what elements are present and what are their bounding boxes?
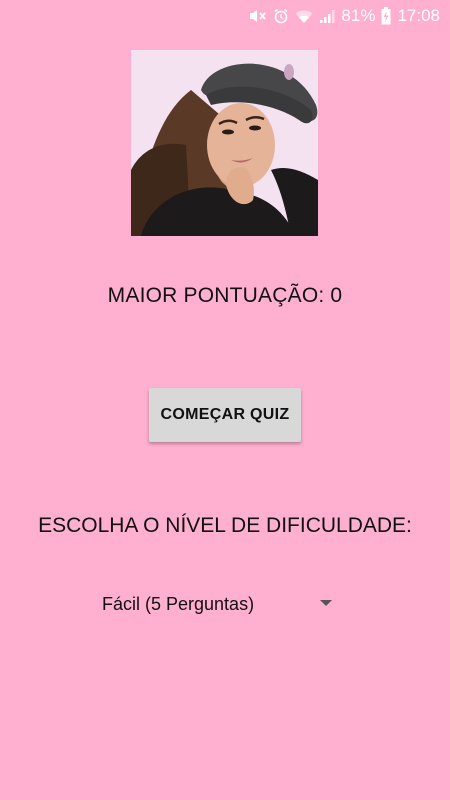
clock-time: 17:08	[397, 6, 440, 25]
difficulty-selected-value: Fácil (5 Perguntas)	[102, 593, 255, 614]
status-bar: 81% 17:08	[0, 0, 450, 32]
dropdown-arrow-icon	[320, 600, 332, 606]
high-score-label: MAIOR PONTUAÇÃO: 0	[0, 284, 450, 308]
profile-photo	[131, 50, 318, 236]
battery-percent: 81%	[341, 6, 376, 25]
mute-icon	[249, 7, 267, 25]
high-score-text: MAIOR PONTUAÇÃO: 0	[107, 284, 343, 307]
start-quiz-button[interactable]: COMEÇAR QUIZ	[149, 388, 301, 442]
signal-icon	[319, 7, 335, 25]
wifi-icon	[295, 7, 313, 25]
alarm-icon	[273, 7, 289, 25]
difficulty-dropdown[interactable]: Fácil (5 Perguntas)	[100, 586, 350, 622]
battery-charging-icon	[381, 7, 391, 25]
difficulty-title: ESCOLHA O NÍVEL DE DIFICULDADE:	[38, 514, 412, 537]
